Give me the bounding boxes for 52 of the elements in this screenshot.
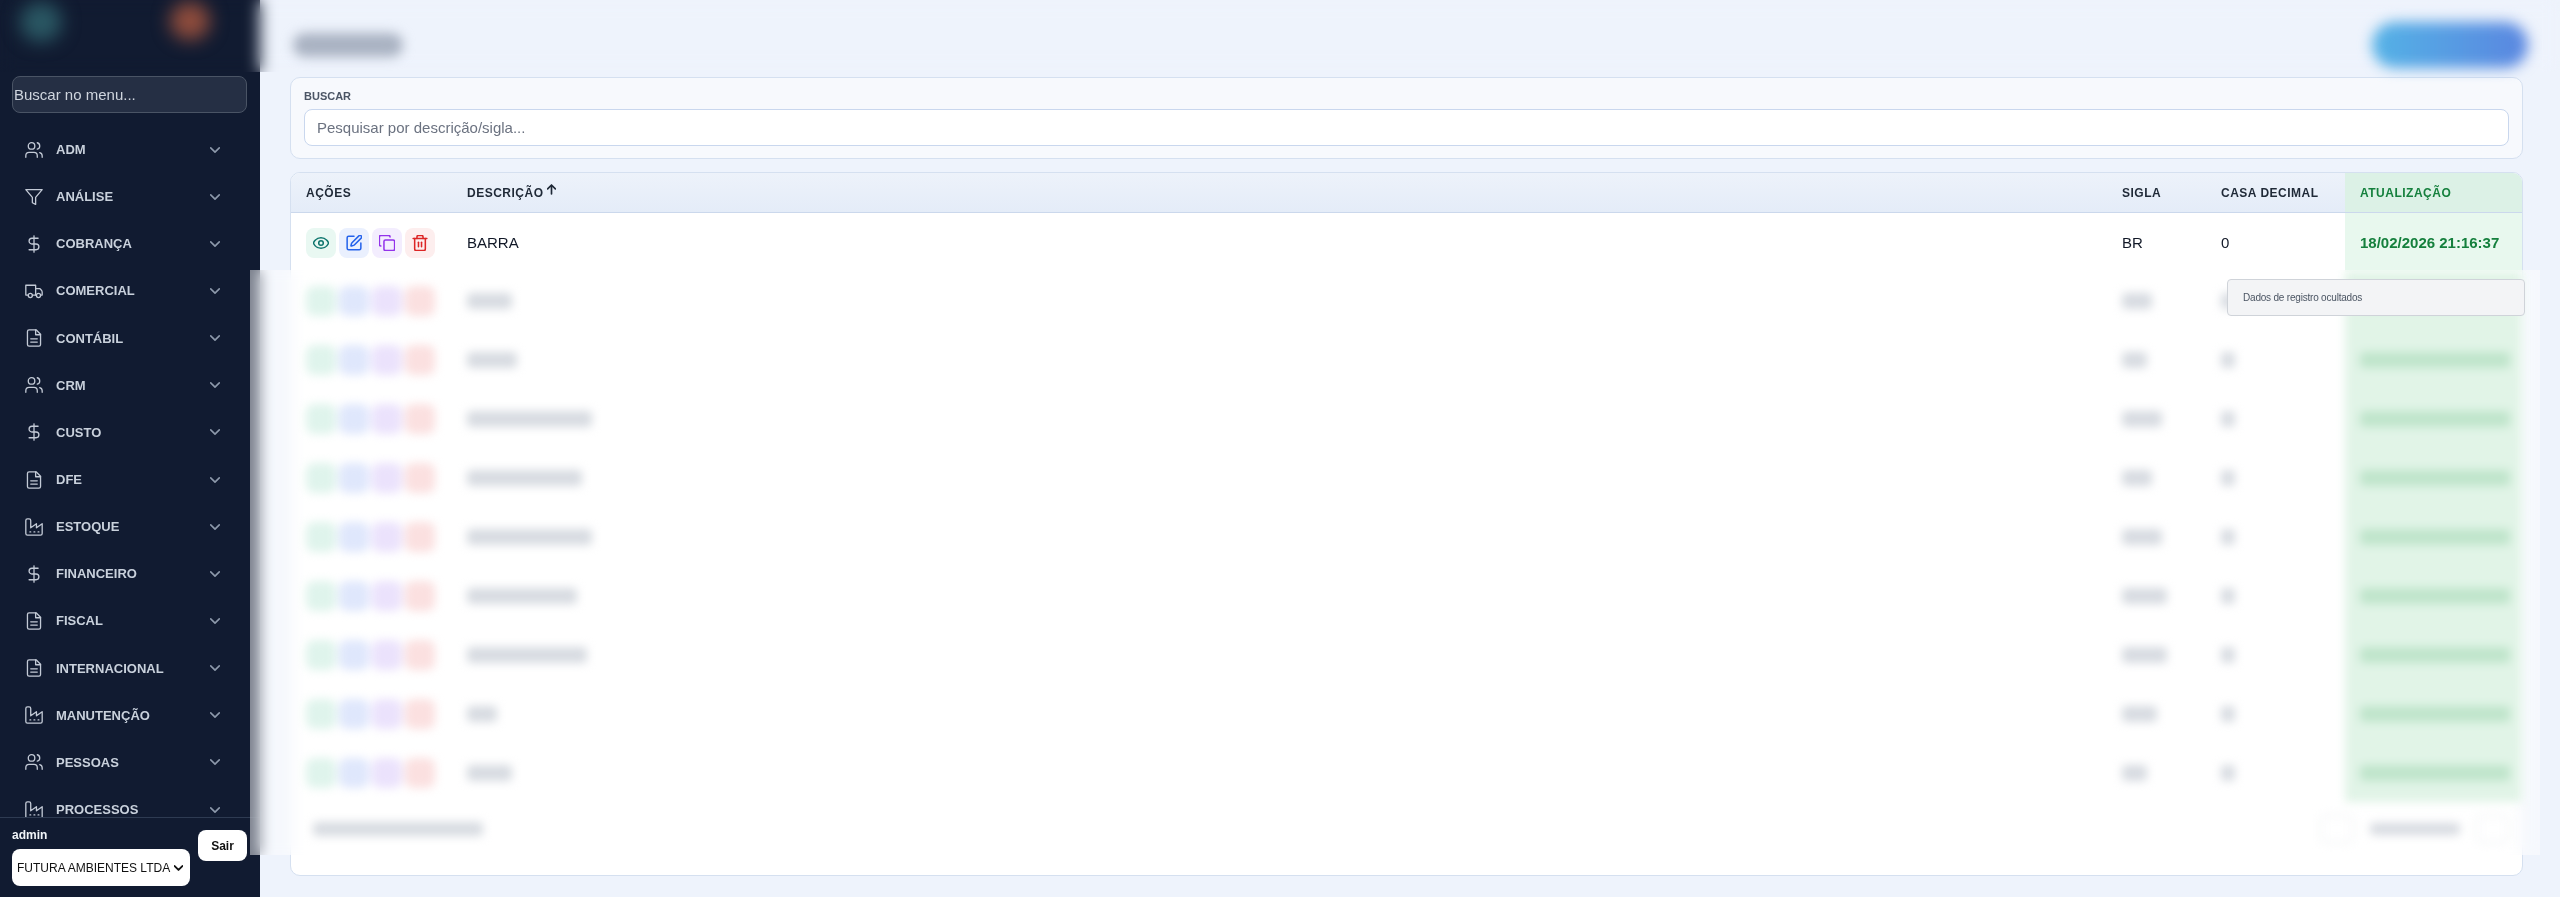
- menu-item[interactable]: FINANCEIRO: [0, 550, 250, 598]
- menu-item[interactable]: INTERNACIONAL: [0, 644, 250, 692]
- menu-search-field[interactable]: Buscar no menu...: [12, 76, 247, 113]
- menu-item[interactable]: PROCESSOS: [0, 785, 250, 817]
- document-icon: [25, 611, 43, 630]
- search-field[interactable]: Pesquisar por descrição/sigla...: [304, 109, 2509, 146]
- column-header[interactable]: CASA DECIMAL: [2206, 173, 2345, 212]
- column-header[interactable]: ATUALIZAÇÃO: [2345, 173, 2522, 212]
- column-header: AÇÕES: [305, 184, 353, 202]
- logout-button[interactable]: Sair: [198, 830, 247, 861]
- table-cell: 18/02/2026 21:16:37: [2345, 213, 2522, 272]
- factory-icon: [25, 706, 43, 725]
- users-icon: [25, 140, 43, 159]
- menu-item[interactable]: COBRANÇA: [0, 220, 250, 268]
- view-button[interactable]: [306, 227, 336, 258]
- menu-item[interactable]: ESTOQUE: [0, 503, 250, 551]
- user-name: admin: [12, 828, 49, 842]
- eye-icon: [313, 234, 329, 251]
- users-icon: [25, 753, 43, 772]
- menu-item[interactable]: DFE: [0, 456, 250, 504]
- menu-item[interactable]: CONTÁBIL: [0, 314, 250, 362]
- document-icon: [25, 470, 43, 489]
- menu-item[interactable]: ANÁLISE: [0, 173, 250, 221]
- search-label: BUSCAR: [304, 90, 353, 103]
- copy-icon: [379, 234, 395, 251]
- chevron-icon: [174, 864, 184, 871]
- document-icon: [25, 329, 43, 348]
- delete-button[interactable]: [405, 227, 435, 258]
- table-cell-text: 0: [2220, 233, 2231, 253]
- copy-button[interactable]: [372, 227, 402, 258]
- edit-button[interactable]: [339, 227, 369, 258]
- trash-icon: [412, 234, 428, 251]
- table-cell-text: BARRA: [466, 233, 520, 253]
- column-header[interactable]: SIGLA: [2107, 173, 2206, 212]
- hidden-data-notice: Dados de registro ocultados: [2227, 279, 2525, 316]
- factory-icon: [25, 800, 43, 817]
- menu-item[interactable]: ADM: [0, 126, 250, 174]
- document-icon: [25, 659, 43, 678]
- menu-item[interactable]: CRM: [0, 361, 250, 409]
- truck-icon: [25, 282, 43, 300]
- column-header[interactable]: DESCRIÇÃO: [452, 173, 2107, 212]
- company-select[interactable]: FUTURA AMBIENTES LTDA: [12, 849, 190, 886]
- menu-item[interactable]: PESSOAS: [0, 738, 250, 786]
- menu-item[interactable]: CUSTO: [0, 408, 250, 456]
- pencil-square-icon: [346, 234, 362, 251]
- menu-item[interactable]: FISCAL: [0, 597, 250, 645]
- factory-icon: [25, 517, 43, 536]
- table-cell-text: BR: [2121, 233, 2144, 253]
- menu-item[interactable]: MANUTENÇÃO: [0, 691, 250, 739]
- users-icon: [25, 376, 43, 395]
- filter-icon: [25, 187, 43, 206]
- menu-item[interactable]: COMERCIAL: [0, 267, 250, 315]
